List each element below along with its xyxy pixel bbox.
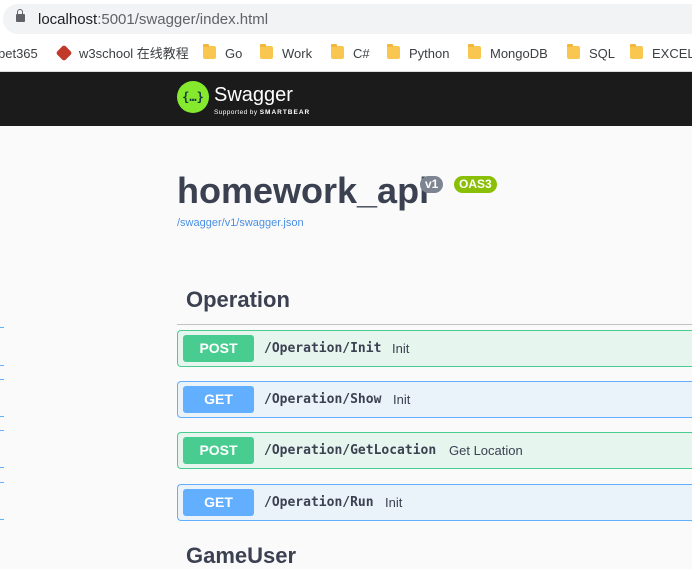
method-badge-post: POST — [183, 437, 254, 464]
spec-link[interactable]: /swagger/v1/swagger.json — [177, 217, 304, 229]
operation-path: /Operation/Init — [264, 341, 382, 356]
folder-icon — [468, 44, 481, 59]
folder-icon — [567, 44, 580, 59]
operation-row[interactable]: POST /Operation/GetLocation Get Location — [177, 432, 692, 469]
folder-icon — [203, 44, 216, 59]
tag-divider — [177, 324, 692, 325]
smartbear-tagline: Supported by SMARTBEAR — [214, 109, 310, 116]
method-badge-post: POST — [183, 335, 254, 362]
method-badge-get: GET — [183, 489, 254, 516]
smartbear-text: SMARTBEAR — [259, 109, 311, 116]
folder-icon — [260, 44, 273, 59]
bookmark-work[interactable]: Work — [282, 38, 312, 71]
api-title: homework_api — [177, 170, 430, 211]
operation-path: /Operation/Show — [264, 392, 382, 407]
edge-fragment — [0, 467, 4, 468]
operation-summary: Init — [392, 341, 410, 356]
bookmark-csharp[interactable]: C# — [353, 38, 370, 71]
w3school-icon — [55, 44, 73, 62]
url-host: localhost — [38, 11, 98, 28]
swagger-logo-icon[interactable]: {…} — [177, 81, 209, 113]
folder-icon — [331, 44, 344, 59]
bookmark-w3school[interactable]: w3school 在线教程 — [79, 38, 189, 71]
bookmark-python[interactable]: Python — [409, 38, 449, 71]
bookmark-mongodb[interactable]: MongoDB — [490, 38, 548, 71]
operation-summary: Init — [385, 495, 403, 510]
oas-badge: OAS3 — [454, 176, 497, 193]
bookmark-sql[interactable]: SQL — [589, 38, 615, 71]
folder-icon — [630, 44, 643, 59]
url-path: :5001/swagger/index.html — [97, 11, 269, 28]
edge-fragment — [0, 519, 4, 520]
edge-fragment — [0, 482, 4, 483]
swagger-brand[interactable]: Swagger — [214, 84, 293, 107]
operation-row[interactable]: GET /Operation/Show Init — [177, 381, 692, 418]
tag-operation-header[interactable]: Operation — [186, 287, 290, 313]
operation-row[interactable]: POST /Operation/Init Init — [177, 330, 692, 367]
folder-icon — [387, 44, 400, 59]
version-badge: v1 — [420, 176, 444, 193]
edge-fragment — [0, 430, 4, 431]
bookmark-bet365[interactable]: bet365 — [0, 38, 38, 71]
operation-path: /Operation/GetLocation — [264, 443, 437, 458]
supported-by-text: Supported by — [214, 109, 258, 116]
operation-row[interactable]: GET /Operation/Run Init — [177, 484, 692, 521]
edge-fragment — [0, 327, 4, 328]
url-text[interactable]: localhost:5001/swagger/index.html — [38, 11, 268, 28]
lock-icon[interactable] — [16, 9, 25, 22]
bookmark-label: bet365 — [0, 46, 38, 61]
tag-next-header[interactable]: GameUser — [186, 543, 296, 569]
browser-address-bar: localhost:5001/swagger/index.html — [0, 0, 692, 38]
bookmarks-bar: bet365 w3school 在线教程 Go Work C# Python M… — [0, 38, 692, 72]
bookmark-go[interactable]: Go — [225, 38, 242, 71]
edge-fragment — [0, 379, 4, 380]
operation-summary: Init — [393, 392, 411, 407]
operation-summary: Get Location — [449, 443, 523, 458]
operation-path: /Operation/Run — [264, 495, 374, 510]
edge-fragment — [0, 416, 4, 417]
swagger-topbar — [0, 72, 692, 126]
edge-fragment — [0, 365, 4, 366]
bookmark-excel[interactable]: EXCEL — [652, 38, 692, 71]
method-badge-get: GET — [183, 386, 254, 413]
